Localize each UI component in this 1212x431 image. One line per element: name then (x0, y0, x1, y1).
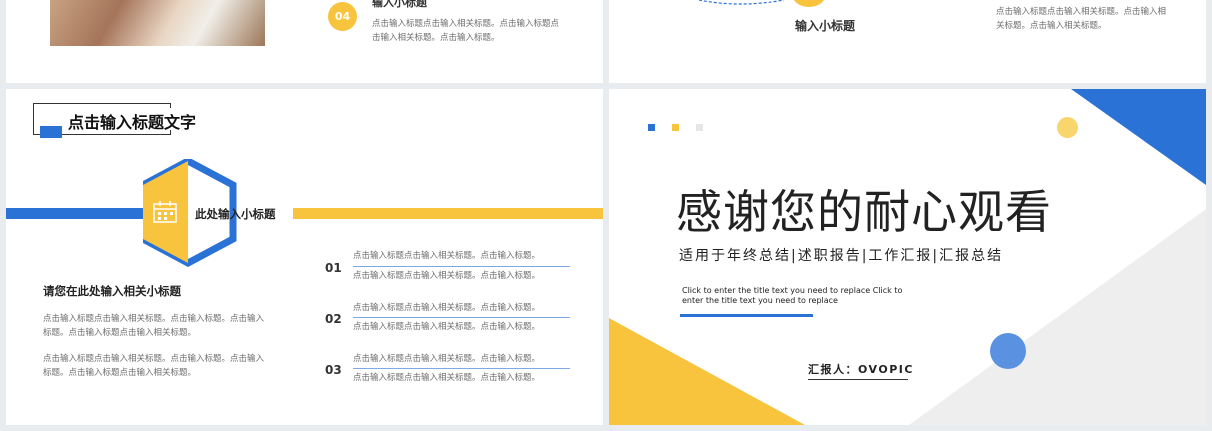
item-subtitle: 输入小标题 (795, 19, 856, 33)
list-item-line2: 点击输入标题点击输入相关标题。点击输入标题。 (353, 271, 541, 281)
item-text-line1: 点击输入标题点击输入相关标题。点击输入标题点 (372, 19, 560, 29)
paragraph-1-line2: 标题。点击输入标题点击输入相关标题。 (43, 328, 197, 338)
sub-heading: 请您在此处输入相关小标题 (43, 284, 181, 298)
calendar-icon (153, 201, 177, 223)
square-dot-blue (648, 124, 655, 131)
subtitle: 适用于年终总结|述职报告|工作汇报|汇报总结 (679, 248, 1004, 264)
list-item-number: 02 (325, 312, 342, 326)
reporter-underline (808, 379, 908, 380)
title-blue-block (40, 126, 62, 138)
paragraph-2-line2: 标题。点击输入标题点击输入相关标题。 (43, 368, 197, 378)
item-text-line2: 关标题。点击输入相关标题。 (996, 21, 1107, 31)
square-dot-gray (696, 124, 703, 131)
desk-photo (50, 0, 265, 46)
list-item-divider (353, 266, 570, 267)
english-underline (680, 314, 813, 317)
list-item-divider (353, 317, 570, 318)
list-item-line1: 点击输入标题点击输入相关标题。点击输入标题。 (353, 303, 541, 313)
list-item-number: 01 (325, 261, 342, 275)
square-dot-yellow (672, 124, 679, 131)
yellow-circle (1057, 117, 1078, 138)
blue-bar (6, 208, 146, 219)
slide-panel-bottom-left[interactable]: 点击输入标题文字 此处输入小标题 请您在此处输入相关小标题 点击输入标题点击输入… (6, 89, 603, 425)
number-badge-04: 04 (328, 2, 357, 31)
blue-circle (990, 333, 1026, 369)
list-item-line2: 点击输入标题点击输入相关标题。点击输入标题。 (353, 373, 541, 383)
page-title: 点击输入标题文字 (68, 113, 197, 132)
item-text-line1: 点击输入标题点击输入相关标题。点击输入相 (996, 7, 1167, 17)
reporter-label: 汇报人：OVOPIC (808, 363, 914, 376)
list-item-divider (353, 368, 570, 369)
list-item-line2: 点击输入标题点击输入相关标题。点击输入标题。 (353, 322, 541, 332)
paragraph-1-line1: 点击输入标题点击输入相关标题。点击输入标题。点击输入 (43, 314, 265, 324)
list-item-line1: 点击输入标题点击输入相关标题。点击输入标题。 (353, 354, 541, 364)
hexagon-label: 此处输入小标题 (195, 207, 276, 221)
list-item-line1: 点击输入标题点击输入相关标题。点击输入标题。 (353, 251, 541, 261)
item-subtitle: 输入小标题 (372, 0, 427, 9)
slide-panel-top-right[interactable]: 输入小标题 点击输入标题点击输入相关标题。点击输入相 关标题。点击输入相关标题。 (609, 0, 1206, 83)
slide-panel-top-left[interactable]: 04 输入小标题 点击输入标题点击输入相关标题。点击输入标题点 击输入相关标题。… (6, 0, 603, 83)
slide-panel-thank-you[interactable]: 感谢您的耐心观看 适用于年终总结|述职报告|工作汇报|汇报总结 Click to… (609, 89, 1206, 425)
yellow-bar (293, 208, 603, 219)
english-text-line1: Click to enter the title text you need t… (682, 286, 903, 295)
main-title: 感谢您的耐心观看 (676, 185, 1052, 239)
english-text-line2: enter the title text you need to replace (682, 296, 838, 305)
item-text-line2: 击输入相关标题。点击输入标题。 (372, 33, 500, 43)
list-item-number: 03 (325, 363, 342, 377)
paragraph-2-line1: 点击输入标题点击输入相关标题。点击输入标题。点击输入 (43, 354, 265, 364)
